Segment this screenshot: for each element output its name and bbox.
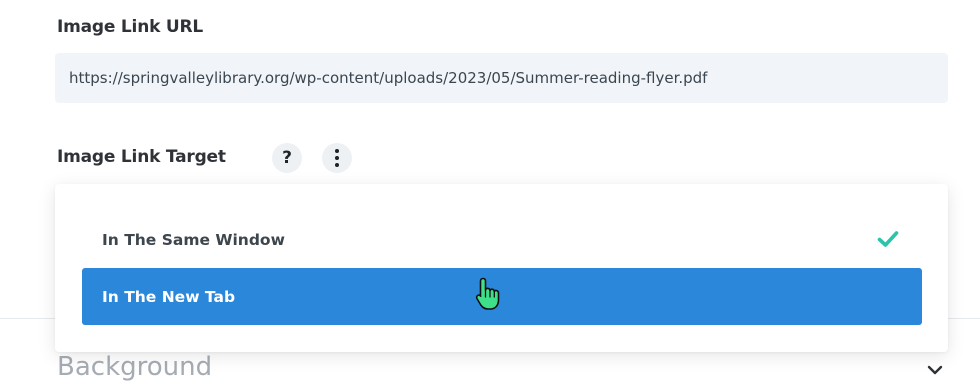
background-section-title[interactable]: Background bbox=[57, 352, 212, 382]
link-target-dropdown: In The Same Window In The New Tab bbox=[55, 184, 948, 352]
chevron-down-icon[interactable] bbox=[925, 360, 945, 380]
option-label: In The New Tab bbox=[102, 287, 236, 306]
option-same-window[interactable]: In The Same Window bbox=[82, 211, 922, 268]
help-button[interactable]: ? bbox=[272, 143, 302, 173]
option-label: In The Same Window bbox=[102, 230, 285, 249]
kebab-menu-icon bbox=[335, 149, 339, 167]
hand-pointer-cursor-icon bbox=[475, 277, 500, 310]
image-link-url-label: Image Link URL bbox=[57, 17, 204, 37]
checkmark-icon bbox=[877, 231, 899, 247]
question-mark-icon: ? bbox=[282, 148, 292, 168]
option-new-tab[interactable]: In The New Tab bbox=[82, 268, 922, 325]
more-options-button[interactable] bbox=[322, 143, 352, 173]
image-link-target-label: Image Link Target bbox=[57, 147, 226, 167]
image-link-url-input[interactable] bbox=[55, 53, 948, 103]
